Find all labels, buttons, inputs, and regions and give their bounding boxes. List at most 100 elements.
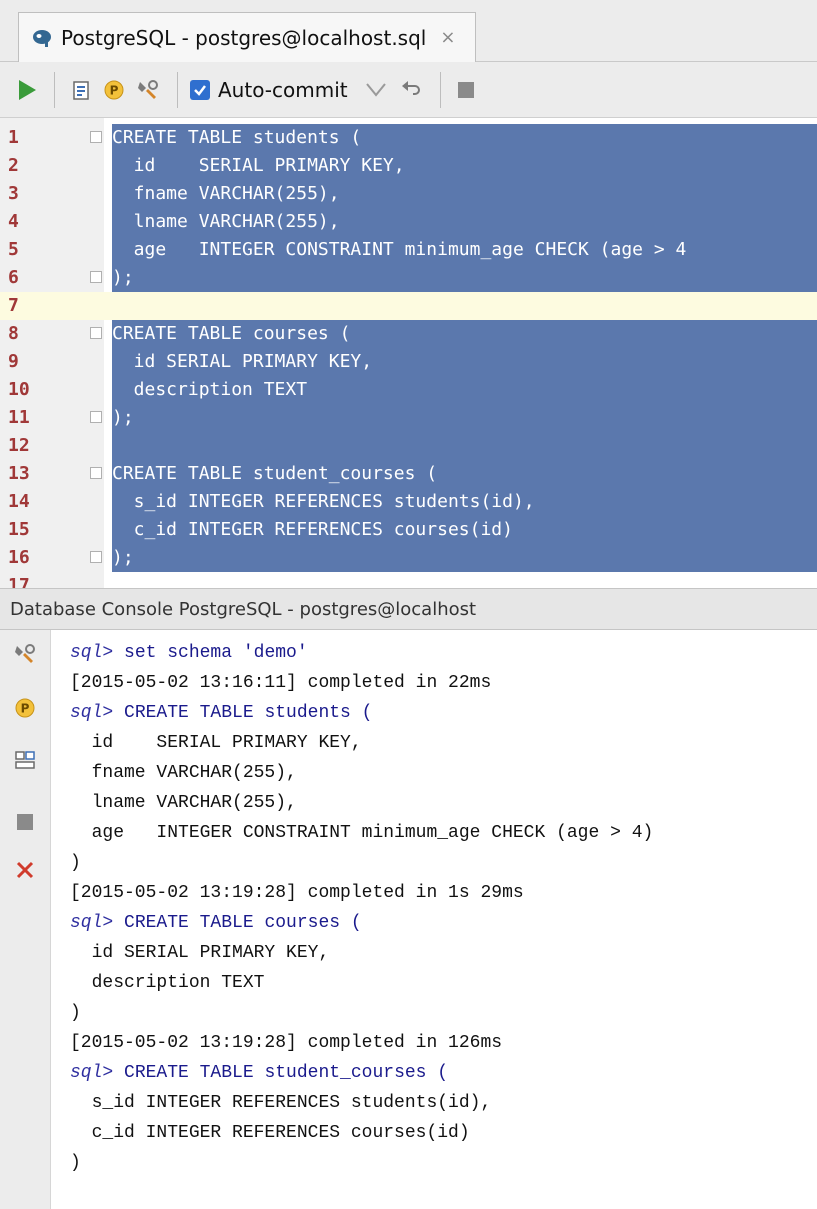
console-text: [2015-05-02 13:19:28] completed in 1s 29… xyxy=(70,883,524,903)
console-title: Database Console PostgreSQL - postgres@l… xyxy=(10,598,477,620)
run-icon[interactable] xyxy=(12,70,42,110)
line-number: 17 xyxy=(8,575,30,588)
toolbar-separator xyxy=(54,71,55,108)
svg-text:P: P xyxy=(110,83,119,97)
console-text: [2015-05-02 13:19:28] completed in 126ms xyxy=(70,1033,503,1053)
editor-line[interactable]: 11); xyxy=(0,404,817,432)
console-text: CREATE TABLE student_courses ( xyxy=(113,1063,449,1083)
stop-icon[interactable] xyxy=(453,70,479,110)
editor-line[interactable]: 9 id SERIAL PRIMARY KEY, xyxy=(0,348,817,376)
editor-line[interactable]: 14 s_id INTEGER REFERENCES students(id), xyxy=(0,488,817,516)
layout-icon[interactable] xyxy=(13,748,37,772)
toolbar-separator xyxy=(177,71,178,108)
editor-line[interactable]: 17 xyxy=(0,572,817,588)
editor-line[interactable]: 2 id SERIAL PRIMARY KEY, xyxy=(0,152,817,180)
fold-marker-icon[interactable] xyxy=(90,551,102,563)
editor-line[interactable]: 12 xyxy=(0,432,817,460)
fold-marker-icon[interactable] xyxy=(90,467,102,479)
code-text: lname VARCHAR(255), xyxy=(112,208,817,236)
checkbox-checked-icon[interactable] xyxy=(190,79,210,100)
console-command-line: sql> CREATE TABLE students ( xyxy=(70,698,372,728)
console-output-line: [2015-05-02 13:16:11] completed in 22ms xyxy=(70,668,491,698)
console-title-bar: Database Console PostgreSQL - postgres@l… xyxy=(0,588,817,630)
line-number: 16 xyxy=(8,547,30,568)
console-output-line: id SERIAL PRIMARY KEY, xyxy=(70,728,362,758)
console-output-line: fname VARCHAR(255), xyxy=(70,758,297,788)
console-output-line: s_id INTEGER REFERENCES students(id), xyxy=(70,1088,492,1118)
editor-line[interactable]: 7 xyxy=(0,292,817,320)
fold-marker-icon[interactable] xyxy=(90,327,102,339)
console-text: CREATE TABLE courses ( xyxy=(113,913,362,933)
editor-line[interactable]: 6); xyxy=(0,264,817,292)
console-output-line: lname VARCHAR(255), xyxy=(70,788,297,818)
editor-line[interactable]: 16); xyxy=(0,544,817,572)
editor-line[interactable]: 15 c_id INTEGER REFERENCES courses(id) xyxy=(0,516,817,544)
console-text: fname VARCHAR(255), xyxy=(70,763,297,783)
editor-line[interactable]: 1 CREATE TABLE students ( xyxy=(0,124,817,152)
fold-marker-icon[interactable] xyxy=(90,131,102,143)
rollback-icon[interactable] xyxy=(394,70,428,110)
console-command-line: sql> set schema 'demo' xyxy=(70,638,308,668)
sql-editor[interactable]: 1 CREATE TABLE students (2 id SERIAL PRIM… xyxy=(0,118,817,588)
code-text: ); xyxy=(112,264,817,292)
line-number: 14 xyxy=(8,491,30,512)
console-text: ) xyxy=(70,853,81,873)
line-number: 13 xyxy=(8,463,30,484)
code-text: fname VARCHAR(255), xyxy=(112,180,817,208)
line-number: 12 xyxy=(8,435,30,456)
parameters-icon[interactable]: P xyxy=(13,696,37,720)
editor-line[interactable]: 4 lname VARCHAR(255), xyxy=(0,208,817,236)
console-output-line: [2015-05-02 13:19:28] completed in 126ms xyxy=(70,1028,502,1058)
console-text: description TEXT xyxy=(70,973,265,993)
console-output-line: [2015-05-02 13:19:28] completed in 1s 29… xyxy=(70,878,524,908)
console-text: ) xyxy=(70,1153,81,1173)
svg-text:P: P xyxy=(21,702,30,716)
stop-icon[interactable] xyxy=(13,810,37,834)
postgresql-elephant-icon xyxy=(31,28,53,48)
console-output-line: c_id INTEGER REFERENCES courses(id) xyxy=(70,1118,470,1148)
console-output-line: ) xyxy=(70,998,81,1028)
close-icon[interactable]: × xyxy=(440,27,455,48)
line-number: 3 xyxy=(8,183,19,204)
fold-marker-icon[interactable] xyxy=(90,411,102,423)
console-text: ) xyxy=(70,1003,81,1023)
editor-line[interactable]: 3 fname VARCHAR(255), xyxy=(0,180,817,208)
parameters-icon[interactable]: P xyxy=(97,70,131,110)
console-output-line: description TEXT xyxy=(70,968,265,998)
database-console[interactable]: P sql> set schema 'demo' [2015-05-02 13:1… xyxy=(0,630,817,1209)
code-text: ); xyxy=(112,404,817,432)
sql-prompt: sql> xyxy=(70,643,114,663)
line-number: 5 xyxy=(8,239,19,260)
explain-plan-icon[interactable] xyxy=(67,70,97,110)
editor-line[interactable]: 8 CREATE TABLE courses ( xyxy=(0,320,817,348)
console-text: c_id INTEGER REFERENCES courses(id) xyxy=(70,1123,470,1143)
fold-marker-icon[interactable] xyxy=(90,271,102,283)
line-number: 4 xyxy=(8,211,19,232)
code-text: c_id INTEGER REFERENCES courses(id) xyxy=(112,516,817,544)
code-text: s_id INTEGER REFERENCES students(id), xyxy=(112,488,817,516)
settings-icon[interactable] xyxy=(131,70,165,110)
settings-icon[interactable] xyxy=(13,642,37,666)
console-text: s_id INTEGER REFERENCES students(id), xyxy=(70,1093,492,1113)
close-icon[interactable] xyxy=(13,858,37,882)
console-text: set schema 'demo' xyxy=(113,643,308,663)
console-output-line: ) xyxy=(70,1148,81,1178)
console-text: id SERIAL PRIMARY KEY, xyxy=(70,943,330,963)
line-number: 15 xyxy=(8,519,30,540)
line-number: 8 xyxy=(8,323,19,344)
editor-tab-bar: PostgreSQL - postgres@localhost.sql × xyxy=(0,0,817,62)
editor-line[interactable]: 5 age INTEGER CONSTRAINT minimum_age CHE… xyxy=(0,236,817,264)
console-output-line: age INTEGER CONSTRAINT minimum_age CHECK… xyxy=(70,818,654,848)
tab-postgres-sql[interactable]: PostgreSQL - postgres@localhost.sql × xyxy=(18,12,476,62)
code-text: CREATE TABLE courses ( xyxy=(112,320,817,348)
console-text: [2015-05-02 13:16:11] completed in 22ms xyxy=(70,673,492,693)
editor-line[interactable]: 10 description TEXT xyxy=(0,376,817,404)
console-command-line: sql> CREATE TABLE student_courses ( xyxy=(70,1058,448,1088)
editor-line[interactable]: 13 CREATE TABLE student_courses ( xyxy=(0,460,817,488)
editor-toolbar: P Auto-commit xyxy=(0,62,817,118)
autocommit-toggle[interactable]: Auto-commit xyxy=(190,70,348,110)
toolbar-separator xyxy=(439,71,441,108)
commit-icon[interactable] xyxy=(358,70,394,110)
code-text xyxy=(112,292,817,320)
sql-prompt: sql> xyxy=(70,1063,114,1083)
